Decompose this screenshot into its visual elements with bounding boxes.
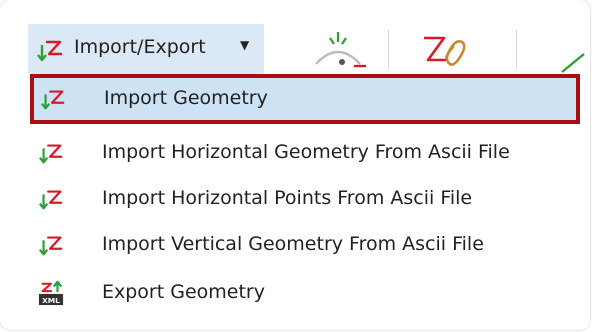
geometry-attach-icon [424,36,466,66]
import-geometry-icon [37,40,63,62]
toolbar-separator [388,30,389,68]
geometry-attach-button[interactable] [414,30,474,70]
menu-item-import-geometry[interactable]: Import Geometry [30,74,580,124]
import-geometry-icon [38,144,63,164]
menu-item-import-horizontal-points[interactable]: Import Horizontal Points From Ascii File [28,176,574,222]
menu-item-import-vertical-geometry[interactable]: Import Vertical Geometry From Ascii File [28,222,574,268]
menu-item-label: Import Horizontal Points From Ascii File [102,187,473,209]
toolbar-separator [516,30,517,68]
dropdown-label: Import/Export [74,36,206,58]
chevron-down-icon: ▼ [240,38,250,52]
svg-text:XML: XML [42,296,60,305]
menu-item-label: Import Horizontal Geometry From Ascii Fi… [102,141,510,163]
menu-item-import-horizontal-geometry[interactable]: Import Horizontal Geometry From Ascii Fi… [28,130,574,176]
import-export-dropdown[interactable]: Import/Export ▼ [28,24,264,74]
window-frame: Import/Export ▼ Import Geometry Import H… [0,0,590,330]
menu-item-label: Import Vertical Geometry From Ascii File [102,233,484,255]
import-geometry-icon [38,236,63,256]
import-geometry-icon [40,90,65,110]
compass-button[interactable] [308,30,368,70]
menu-item-label: Export Geometry [102,281,265,303]
compass-icon [315,32,366,68]
export-xml-icon: XML [38,280,64,306]
menu-item-export-geometry[interactable]: XML Export Geometry [28,270,574,316]
toolbar: Import/Export ▼ [0,24,590,74]
import-geometry-icon [38,190,63,210]
line-icon [561,53,585,73]
menu-item-label: Import Geometry [104,87,268,109]
